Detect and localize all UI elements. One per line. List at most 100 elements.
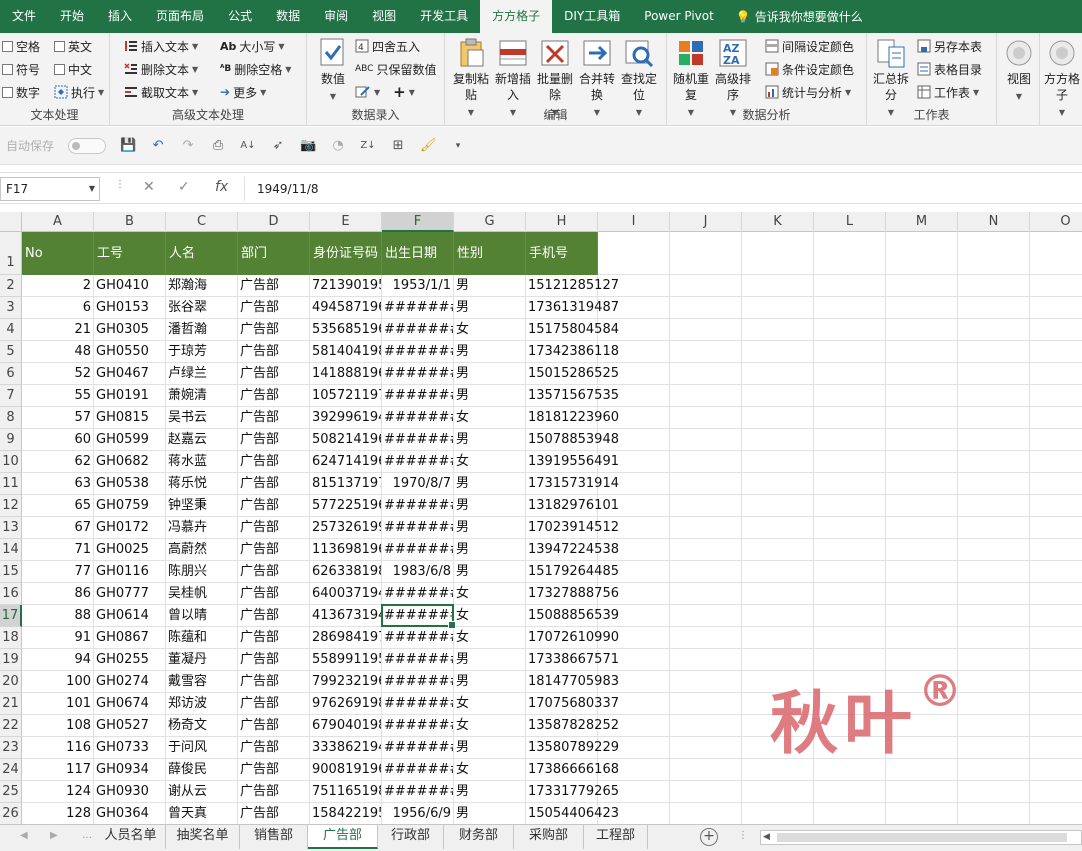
empty-cell[interactable]: [742, 341, 814, 363]
edit-tools-button[interactable]: ▼ + ▼: [355, 82, 415, 102]
table-cell[interactable]: 吴桂帆: [166, 583, 238, 605]
ribbon-tab[interactable]: 审阅: [312, 0, 360, 33]
table-cell[interactable]: 广告部: [238, 517, 310, 539]
table-cell[interactable]: 潘哲瀚: [166, 319, 238, 341]
empty-cell[interactable]: [670, 803, 742, 824]
empty-cell[interactable]: [1030, 451, 1082, 473]
row-header[interactable]: 26: [0, 803, 22, 824]
table-cell[interactable]: 男: [454, 363, 526, 385]
empty-cell[interactable]: [1030, 671, 1082, 693]
sheet-next-icon[interactable]: ▶: [50, 830, 58, 841]
empty-cell[interactable]: [814, 363, 886, 385]
empty-cell[interactable]: [886, 429, 958, 451]
column-header[interactable]: G: [454, 212, 526, 232]
table-cell[interactable]: ########: [382, 583, 454, 605]
ribbon-tab[interactable]: 插入: [96, 0, 144, 33]
table-cell[interactable]: 女: [454, 693, 526, 715]
delete-space-button[interactable]: ᴬB 删除空格 ▼: [220, 59, 291, 79]
empty-cell[interactable]: [886, 275, 958, 297]
empty-cell[interactable]: [886, 363, 958, 385]
table-cell[interactable]: 广告部: [238, 473, 310, 495]
column-header[interactable]: F: [382, 212, 454, 232]
empty-cell[interactable]: [598, 561, 670, 583]
empty-cell[interactable]: [814, 561, 886, 583]
scroll-left-icon[interactable]: ◀: [763, 832, 770, 842]
row-header[interactable]: 20: [0, 671, 22, 693]
empty-cell[interactable]: [742, 561, 814, 583]
checkbox-icon[interactable]: [54, 63, 65, 75]
empty-cell[interactable]: [1030, 319, 1082, 341]
table-cell[interactable]: 男: [454, 737, 526, 759]
table-cell[interactable]: 91: [22, 627, 94, 649]
table-cell[interactable]: 女: [454, 759, 526, 781]
ribbon-tab[interactable]: 公式: [216, 0, 264, 33]
table-cell[interactable]: 13919556491: [526, 451, 619, 473]
row-header[interactable]: 2: [0, 275, 22, 297]
empty-cell[interactable]: [958, 407, 1030, 429]
column-header[interactable]: J: [670, 212, 742, 232]
table-cell[interactable]: ########: [382, 341, 454, 363]
empty-cell[interactable]: [598, 627, 670, 649]
table-cell[interactable]: 男: [454, 495, 526, 517]
autosave-toggle[interactable]: [68, 137, 107, 154]
table-cell[interactable]: 71: [22, 539, 94, 561]
empty-cell[interactable]: [670, 451, 742, 473]
stats-analysis-button[interactable]: 统计与分析 ▼: [765, 82, 851, 102]
empty-cell[interactable]: [1030, 737, 1082, 759]
empty-cell[interactable]: [814, 539, 886, 561]
table-cell[interactable]: 吴书云: [166, 407, 238, 429]
empty-cell[interactable]: [814, 429, 886, 451]
camera-icon[interactable]: 📷: [300, 138, 316, 154]
table-cell[interactable]: 男: [454, 341, 526, 363]
table-cell[interactable]: 广告部: [238, 715, 310, 737]
table-cell[interactable]: 广告部: [238, 385, 310, 407]
empty-cell[interactable]: [598, 671, 670, 693]
empty-cell[interactable]: [742, 275, 814, 297]
table-cell[interactable]: 15121285127: [526, 275, 619, 297]
empty-cell[interactable]: [670, 649, 742, 671]
table-header-cell[interactable]: No: [22, 232, 94, 275]
table-cell[interactable]: 17338667571: [526, 649, 619, 671]
table-cell[interactable]: 6: [22, 297, 94, 319]
table-cell[interactable]: 63: [22, 473, 94, 495]
row-header[interactable]: 19: [0, 649, 22, 671]
table-cell[interactable]: GH0930: [94, 781, 166, 803]
ribbon-tab[interactable]: 开始: [48, 0, 96, 33]
table-cell[interactable]: 广告部: [238, 341, 310, 363]
empty-cell[interactable]: [598, 341, 670, 363]
empty-cell[interactable]: [598, 363, 670, 385]
table-cell[interactable]: 广告部: [238, 495, 310, 517]
table-cell[interactable]: 张谷翠: [166, 297, 238, 319]
table-cell[interactable]: 谢从云: [166, 781, 238, 803]
shape-icon[interactable]: ◔: [330, 138, 346, 154]
table-cell[interactable]: 86: [22, 583, 94, 605]
table-cell[interactable]: 13947224538: [526, 539, 619, 561]
checkbox-icon[interactable]: [2, 40, 13, 52]
table-cell[interactable]: 蒋水蓝: [166, 451, 238, 473]
table-cell[interactable]: ########: [382, 495, 454, 517]
empty-cell[interactable]: [670, 605, 742, 627]
row-header[interactable]: 12: [0, 495, 22, 517]
empty-cell[interactable]: [1030, 803, 1082, 824]
table-cell[interactable]: 13587828252: [526, 715, 619, 737]
table-cell[interactable]: 333862194: [310, 737, 382, 759]
table-cell[interactable]: 18147705983: [526, 671, 619, 693]
empty-cell[interactable]: [886, 385, 958, 407]
condition-color-button[interactable]: 条件设定颜色: [765, 59, 854, 79]
empty-cell[interactable]: [598, 605, 670, 627]
empty-cell[interactable]: [742, 407, 814, 429]
table-cell[interactable]: GH0777: [94, 583, 166, 605]
sheet-prev-icon[interactable]: ◀: [20, 830, 28, 841]
empty-cell[interactable]: [670, 693, 742, 715]
empty-cell[interactable]: [598, 297, 670, 319]
empty-cell[interactable]: [958, 759, 1030, 781]
table-cell[interactable]: 15175804584: [526, 319, 619, 341]
table-cell[interactable]: 15179264485: [526, 561, 619, 583]
table-cell[interactable]: 女: [454, 715, 526, 737]
table-cell[interactable]: 392996194: [310, 407, 382, 429]
empty-cell[interactable]: [814, 232, 886, 275]
table-cell[interactable]: 广告部: [238, 671, 310, 693]
table-cell[interactable]: 60: [22, 429, 94, 451]
table-toc-button[interactable]: 表格目录: [917, 59, 982, 79]
empty-cell[interactable]: [598, 517, 670, 539]
